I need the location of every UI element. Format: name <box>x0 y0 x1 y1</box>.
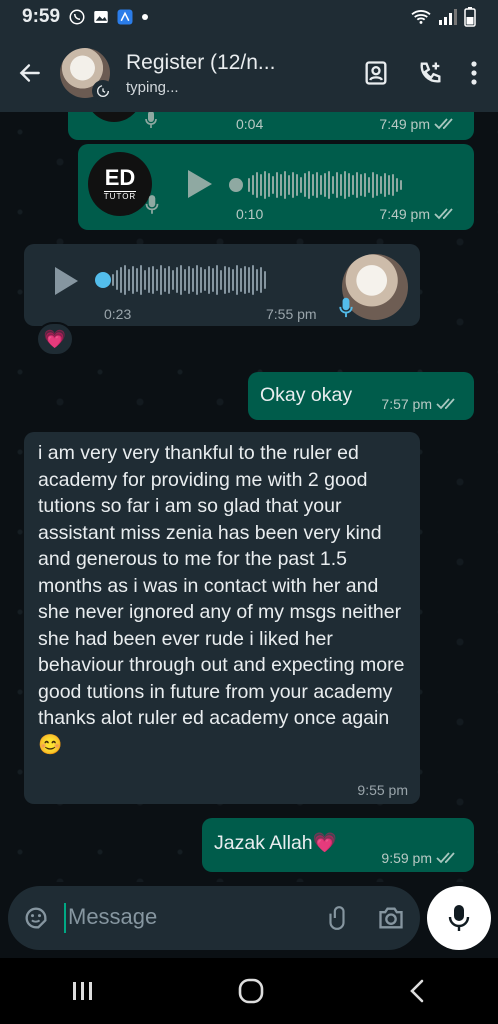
message-meta: 7:57 pm <box>381 396 460 412</box>
read-ticks-icon <box>436 852 455 864</box>
microphone-icon <box>448 905 470 931</box>
home-icon[interactable] <box>237 977 265 1005</box>
message-time: 7:49 pm <box>379 116 430 132</box>
mic-icon <box>145 195 159 214</box>
play-icon[interactable] <box>52 265 80 297</box>
logo-text: ED <box>104 165 136 190</box>
composer-bar: Message <box>0 882 498 958</box>
voice-message-outgoing[interactable]: ED TUTOR 0:10 7:49 pm <box>78 144 474 230</box>
reaction-badge[interactable]: 💗 <box>36 322 74 356</box>
dot-icon <box>142 14 149 20</box>
text-message-outgoing[interactable]: Jazak Allah💗 9:59 pm <box>202 818 474 872</box>
gallery-icon <box>94 11 108 23</box>
heart-reaction: 💗 <box>43 328 67 349</box>
add-call-icon[interactable] <box>416 59 444 87</box>
voice-duration: 0:04 <box>236 116 264 132</box>
text-message-incoming[interactable]: i am very very thankful to the ruler ed … <box>24 432 420 804</box>
voice-message-incoming[interactable]: 0:23 7:55 pm <box>24 244 420 326</box>
attach-icon[interactable] <box>324 904 350 932</box>
waveform-slider-thumb[interactable] <box>229 178 243 192</box>
message-time: 7:57 pm <box>381 396 432 412</box>
read-ticks-icon <box>436 398 455 410</box>
timer-badge <box>92 80 114 102</box>
wifi-icon <box>411 10 431 24</box>
message-meta: 9:59 pm <box>381 850 460 866</box>
more-options-icon[interactable] <box>470 60 478 86</box>
typing-status: typing... <box>126 78 179 96</box>
chat-area[interactable]: 0:04 7:49 pm ED TUTOR 0:10 7:49 pm 0:23 … <box>0 112 498 882</box>
signal-icon <box>439 9 457 25</box>
message-text: i am very very thankful to the ruler ed … <box>38 442 405 756</box>
text-message-outgoing[interactable]: Okay okay 7:57 pm <box>248 372 474 420</box>
sticker-icon[interactable] <box>22 904 50 932</box>
sender-logo <box>86 112 142 122</box>
status-bar: 9:59 <box>0 0 498 34</box>
message-input-box[interactable]: Message <box>8 886 420 950</box>
voice-duration: 0:10 <box>236 206 264 222</box>
timer-icon <box>97 85 109 97</box>
system-navigation-bar <box>0 958 498 1024</box>
message-time: 9:55 pm <box>357 782 408 798</box>
voice-message-outgoing[interactable]: 0:04 7:49 pm <box>68 112 474 140</box>
back-button[interactable] <box>0 60 60 86</box>
read-ticks-icon <box>434 208 453 220</box>
clock: 9:59 <box>22 6 61 27</box>
read-ticks-icon <box>434 118 453 130</box>
waveform[interactable] <box>112 264 266 296</box>
system-back-icon[interactable] <box>407 978 427 1004</box>
app-notification-icon <box>117 9 133 25</box>
message-meta: 7:49 pm <box>379 116 458 132</box>
waveform-slider-thumb[interactable] <box>95 272 111 288</box>
whatsapp-icon <box>69 9 85 25</box>
chat-title-block[interactable]: Register (12/n... typing... <box>126 51 362 96</box>
message-time: 9:59 pm <box>381 850 432 866</box>
chat-header: Register (12/n... typing... <box>0 34 498 112</box>
logo-subtext: TUTOR <box>103 191 137 201</box>
message-time: 7:49 pm <box>379 206 430 222</box>
group-avatar[interactable] <box>60 48 114 102</box>
camera-icon[interactable] <box>376 904 406 932</box>
waveform[interactable] <box>248 170 402 200</box>
play-icon[interactable] <box>184 168 214 200</box>
message-meta: 7:49 pm <box>379 206 458 222</box>
recent-apps-icon[interactable] <box>71 980 95 1002</box>
chat-title: Register (12/n... <box>126 50 276 74</box>
message-placeholder: Message <box>68 903 158 929</box>
contact-card-icon[interactable] <box>362 59 390 87</box>
message-time: 7:55 pm <box>266 306 317 322</box>
mic-icon <box>339 297 353 318</box>
message-input[interactable]: Message <box>64 903 324 933</box>
voice-duration: 0:23 <box>104 306 132 322</box>
battery-icon <box>464 7 476 27</box>
voice-record-button[interactable] <box>427 886 491 950</box>
mic-icon <box>145 112 157 128</box>
message-text: Jazak Allah💗 <box>214 832 337 854</box>
back-arrow-icon <box>19 64 40 82</box>
ed-tutor-logo: ED TUTOR <box>88 152 152 216</box>
message-text: Okay okay <box>260 384 353 406</box>
